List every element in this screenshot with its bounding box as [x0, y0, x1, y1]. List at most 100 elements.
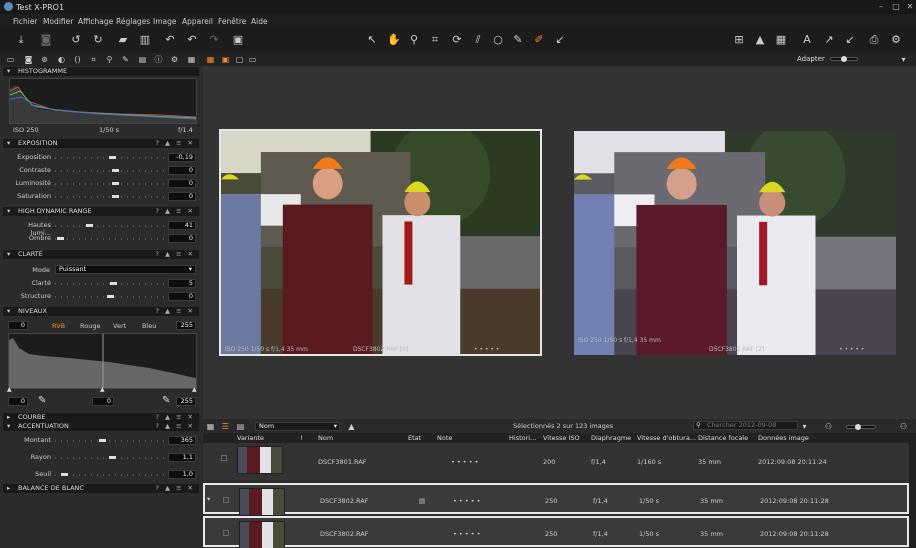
arrow-down-icon[interactable]: ↙ [842, 32, 858, 48]
row-checkbox[interactable] [223, 497, 229, 503]
browser-filmstrip-icon[interactable]: ▤ [235, 421, 246, 432]
hdr-slider-knob[interactable] [57, 237, 64, 240]
composition-tab-icon[interactable]: ⌗ [88, 54, 99, 65]
exposure-slider[interactable] [55, 170, 165, 172]
hdr-slider[interactable] [55, 225, 165, 227]
channel-vert[interactable]: Vert [113, 322, 126, 330]
zoom-slider[interactable] [830, 56, 858, 62]
color-tab-icon[interactable]: ⊛ [39, 54, 50, 65]
sharpening-slider[interactable] [55, 474, 165, 476]
brush-tool-icon[interactable]: ✐ [531, 32, 547, 48]
eyedropper-black-icon[interactable]: ✎ [38, 395, 46, 406]
clarity-slider-knob[interactable] [107, 295, 114, 298]
levels-header[interactable]: ▾ NIVEAUX? ▲ ≡ ✕ [3, 307, 199, 316]
row-rating[interactable]: • • • • • [451, 458, 478, 466]
filmstrip-view-icon[interactable]: ▣ [220, 54, 231, 65]
settings-icon[interactable]: ⚙ [888, 32, 904, 48]
sharpening-slider[interactable] [55, 440, 165, 442]
row-rating[interactable]: • • • • • [453, 497, 480, 505]
col-focal[interactable]: Distance focale [698, 434, 748, 442]
channel-rouge[interactable]: Rouge [80, 322, 100, 330]
levels-output-mid[interactable]: 0 [92, 397, 114, 406]
row-checkbox[interactable] [223, 530, 229, 536]
exposure-slider-knob[interactable] [109, 156, 116, 159]
histogram-header[interactable]: ▾ HISTOGRAMME [3, 67, 199, 76]
table-row[interactable]: ▾ DSCF3802.RAF ▤ • • • • • 250 f/1,4 1/5… [203, 483, 909, 516]
exposure-tab-icon[interactable]: ◐ [56, 54, 67, 65]
single-view-icon[interactable]: ▢ [234, 54, 245, 65]
browser-scrollbar[interactable] [909, 442, 916, 548]
metadata-tab-icon[interactable]: ⓘ [153, 54, 164, 65]
search-input[interactable]: ⚲ Chercher 2012-09-08 [693, 421, 798, 430]
channel-rvb[interactable]: RVB [52, 322, 65, 330]
row-rating[interactable]: • • • • • [453, 530, 480, 538]
col-date[interactable]: Données image [758, 434, 809, 442]
exposure-value[interactable]: -0,19 [168, 153, 196, 162]
white-balance-header[interactable]: ▸ BALANCE DE BLANC? ▲ ≡ ✕ [3, 484, 199, 493]
folder-tab-icon[interactable]: ▭ [5, 54, 16, 65]
primary-rating[interactable]: • • • • • [474, 346, 499, 353]
search-options-icon[interactable]: ▾ [799, 421, 810, 432]
grid-icon[interactable]: ⊞ [731, 32, 747, 48]
col-aperture[interactable]: Diaphragme [591, 434, 631, 442]
expand-icon[interactable]: ▾ [207, 495, 210, 503]
hdr-value[interactable]: 41 [168, 221, 196, 230]
undo-alt-icon[interactable]: ↶ [184, 32, 200, 48]
row-thumbnail[interactable] [237, 446, 283, 474]
grid-view-icon[interactable]: ▦ [205, 54, 216, 65]
exposure-header[interactable]: ▾ EXPOSITION? ▲ ≡ ✕ [3, 139, 199, 148]
col-nom[interactable]: Nom [318, 434, 333, 442]
exposure-slider[interactable] [55, 196, 165, 198]
cursor-tool-icon[interactable]: ↖ [364, 32, 380, 48]
levels-input-high[interactable]: 255 [176, 321, 196, 330]
print-icon[interactable]: ⎙ [866, 32, 882, 48]
table-row[interactable]: DSCF3801.RAF • • • • • 200 f/1,4 1/160 s… [203, 442, 909, 480]
eyedropper-white-icon[interactable]: ✎ [162, 395, 170, 406]
black-point-handle[interactable]: ▲ [7, 386, 12, 393]
trash-icon[interactable]: ▥ [137, 32, 153, 48]
table-row[interactable]: DSCF3802.RAF • • • • • 250 f/1,4 1/50 s … [203, 516, 909, 548]
browser-grid-icon[interactable]: ▦ [205, 421, 216, 432]
sort-order-icon[interactable]: ▲ [346, 421, 357, 432]
sharpening-slider-knob[interactable] [109, 456, 116, 459]
person-icon[interactable]: ⚇ [898, 421, 909, 432]
circle-mask-icon[interactable]: ○ [490, 32, 506, 48]
keystone-tool-icon[interactable]: ⫽ [470, 32, 486, 48]
batch-tab-icon[interactable]: ▦ [186, 54, 197, 65]
clarity-slider-knob[interactable] [110, 282, 117, 285]
lens-tab-icon[interactable]: () [72, 54, 83, 65]
details-tab-icon[interactable]: ▤ [137, 54, 148, 65]
hdr-header[interactable]: ▾ HIGH DYNAMIC RANGE? ▲ ≡ ✕ [3, 207, 199, 216]
row-thumbnail[interactable] [239, 521, 285, 548]
close-button[interactable]: ✕ [905, 2, 915, 12]
arrow-up-icon[interactable]: ↗ [821, 32, 837, 48]
menu-aide[interactable]: Aide [251, 17, 268, 26]
sort-select[interactable]: Nom ▾ [255, 422, 340, 431]
clone-icon[interactable]: ▣ [230, 32, 246, 48]
sharpening-value[interactable]: 1,0 [168, 470, 196, 479]
pan-tool-icon[interactable]: ✋ [386, 32, 402, 48]
crop-tool-icon[interactable]: ⌗ [427, 32, 443, 48]
clarity-value[interactable]: 0 [168, 292, 196, 301]
hdr-slider-knob[interactable] [86, 224, 93, 227]
browser-list-icon[interactable]: ☰ [220, 421, 231, 432]
clarity-mode-select[interactable]: Puissant ▾ [55, 265, 196, 274]
local-adjust-tab-icon[interactable]: ✎ [120, 54, 131, 65]
levels-output-high[interactable]: 255 [176, 397, 196, 406]
zoom-tool-icon[interactable]: ⚲ [406, 32, 422, 48]
exposure-value[interactable]: 0 [168, 166, 196, 175]
col-shutter[interactable]: Vitesse d'obtura... [637, 434, 696, 442]
sharpening-slider-knob[interactable] [61, 473, 68, 476]
menu-fenetre[interactable]: Fenêtre [218, 17, 246, 26]
col-flag[interactable]: ! [300, 434, 303, 442]
maximize-button[interactable]: □ [891, 2, 901, 12]
row-thumbnail[interactable] [239, 488, 285, 516]
levels-input-low[interactable]: 0 [8, 321, 28, 330]
hdr-slider[interactable] [55, 238, 165, 240]
sharpening-value[interactable]: 1,1 [168, 453, 196, 462]
exposure-slider-knob[interactable] [112, 182, 119, 185]
picker-tool-icon[interactable]: ✎ [510, 32, 526, 48]
menu-image[interactable]: Image [153, 17, 177, 26]
minimize-button[interactable]: – [876, 2, 886, 12]
exposure-slider-knob[interactable] [112, 169, 119, 172]
